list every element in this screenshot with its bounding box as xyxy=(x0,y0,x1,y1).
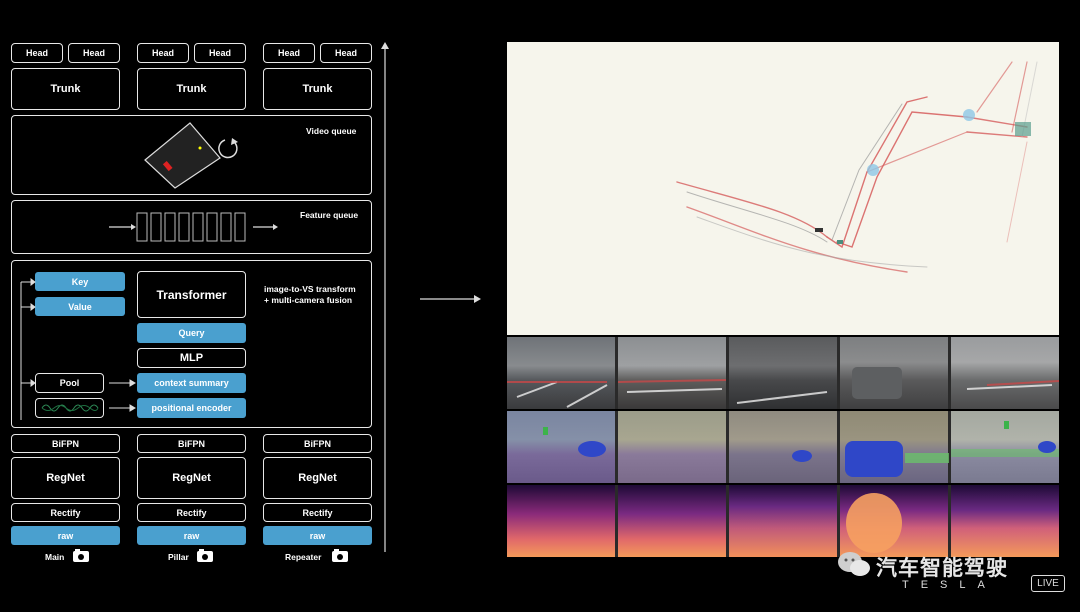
regnet-box-3: RegNet xyxy=(263,457,372,499)
sign-marker xyxy=(543,427,548,435)
bifpn-box-2: BiFPN xyxy=(137,434,246,453)
tesla-logo: TESLA xyxy=(902,579,997,591)
video-queue-label: Video queue xyxy=(306,126,357,136)
head-box-1: Head xyxy=(11,43,63,63)
fusion-description-line2: + multi-camera fusion xyxy=(264,295,353,305)
head-box-6: Head xyxy=(320,43,372,63)
context-summary-box: context summary xyxy=(137,373,246,393)
camera-label-repeater: Repeater xyxy=(285,552,322,562)
bifpn-box-1: BiFPN xyxy=(11,434,120,453)
object-dot xyxy=(198,146,202,150)
mlp-box: MLP xyxy=(137,348,246,368)
transformer-box: Transformer xyxy=(137,271,246,318)
watermark-text: 汽车智能驾驶 xyxy=(876,556,1008,580)
arrow-right-icon xyxy=(420,295,481,303)
head-box-4: Head xyxy=(194,43,246,63)
feature-queue-label: Feature queue xyxy=(300,210,359,220)
wechat-icon xyxy=(838,552,870,576)
rectify-box-2: Rectify xyxy=(137,503,246,522)
camera-icon xyxy=(73,549,89,562)
camera-strip-depth xyxy=(507,485,1059,557)
fusion-connectors xyxy=(20,278,136,420)
vehicle-frame xyxy=(144,122,221,189)
car-marker xyxy=(837,240,843,244)
trunk-box-3: Trunk xyxy=(263,68,372,110)
detected-car xyxy=(578,441,606,457)
lane-map-drawing xyxy=(676,61,1038,273)
arrow-up-icon xyxy=(381,42,389,552)
detected-suv xyxy=(845,441,903,477)
raw-box-1: raw xyxy=(11,526,120,545)
fusion-description-line1: image-to-VS transform xyxy=(264,284,356,294)
raw-box-3: raw xyxy=(263,526,372,545)
feature-queue-illustration xyxy=(109,212,278,242)
camera-icon xyxy=(197,549,213,562)
query-box: Query xyxy=(137,323,246,343)
feature-queue-cells xyxy=(136,212,246,242)
head-box-2: Head xyxy=(68,43,120,63)
live-badge: LIVE xyxy=(1031,575,1065,592)
camera-label-pillar: Pillar xyxy=(168,552,189,562)
rectify-box-3: Rectify xyxy=(263,503,372,522)
bifpn-box-3: BiFPN xyxy=(263,434,372,453)
rectify-box-1: Rectify xyxy=(11,503,120,522)
rotate-arrow-icon xyxy=(218,138,238,159)
raw-box-2: raw xyxy=(137,526,246,545)
suv-vehicle xyxy=(852,367,902,399)
video-queue-illustration xyxy=(144,122,238,189)
positional-encoder-box: positional encoder xyxy=(137,398,246,418)
intersection-marker xyxy=(867,164,879,176)
camera-strip-segmentation xyxy=(507,411,1059,483)
camera-strip-rgb xyxy=(507,337,1059,409)
vector-space-map xyxy=(507,42,1059,335)
trunk-box-2: Trunk xyxy=(137,68,246,110)
near-object-depth xyxy=(846,493,902,553)
detected-car xyxy=(792,450,812,462)
camera-label-main: Main xyxy=(45,552,65,562)
curb-segment xyxy=(905,453,949,463)
head-box-3: Head xyxy=(137,43,189,63)
arrow-right-icon xyxy=(253,224,278,230)
ego-car-marker xyxy=(815,228,823,232)
trunk-box-1: Trunk xyxy=(11,68,120,110)
arrow-right-icon xyxy=(109,224,136,230)
intersection-marker xyxy=(963,109,975,121)
head-box-5: Head xyxy=(263,43,315,63)
regnet-box-2: RegNet xyxy=(137,457,246,499)
detected-car xyxy=(1038,441,1056,453)
sign-marker xyxy=(1004,421,1009,429)
camera-icon xyxy=(332,549,348,562)
regnet-box-1: RegNet xyxy=(11,457,120,499)
intersection-marker xyxy=(1015,122,1031,136)
